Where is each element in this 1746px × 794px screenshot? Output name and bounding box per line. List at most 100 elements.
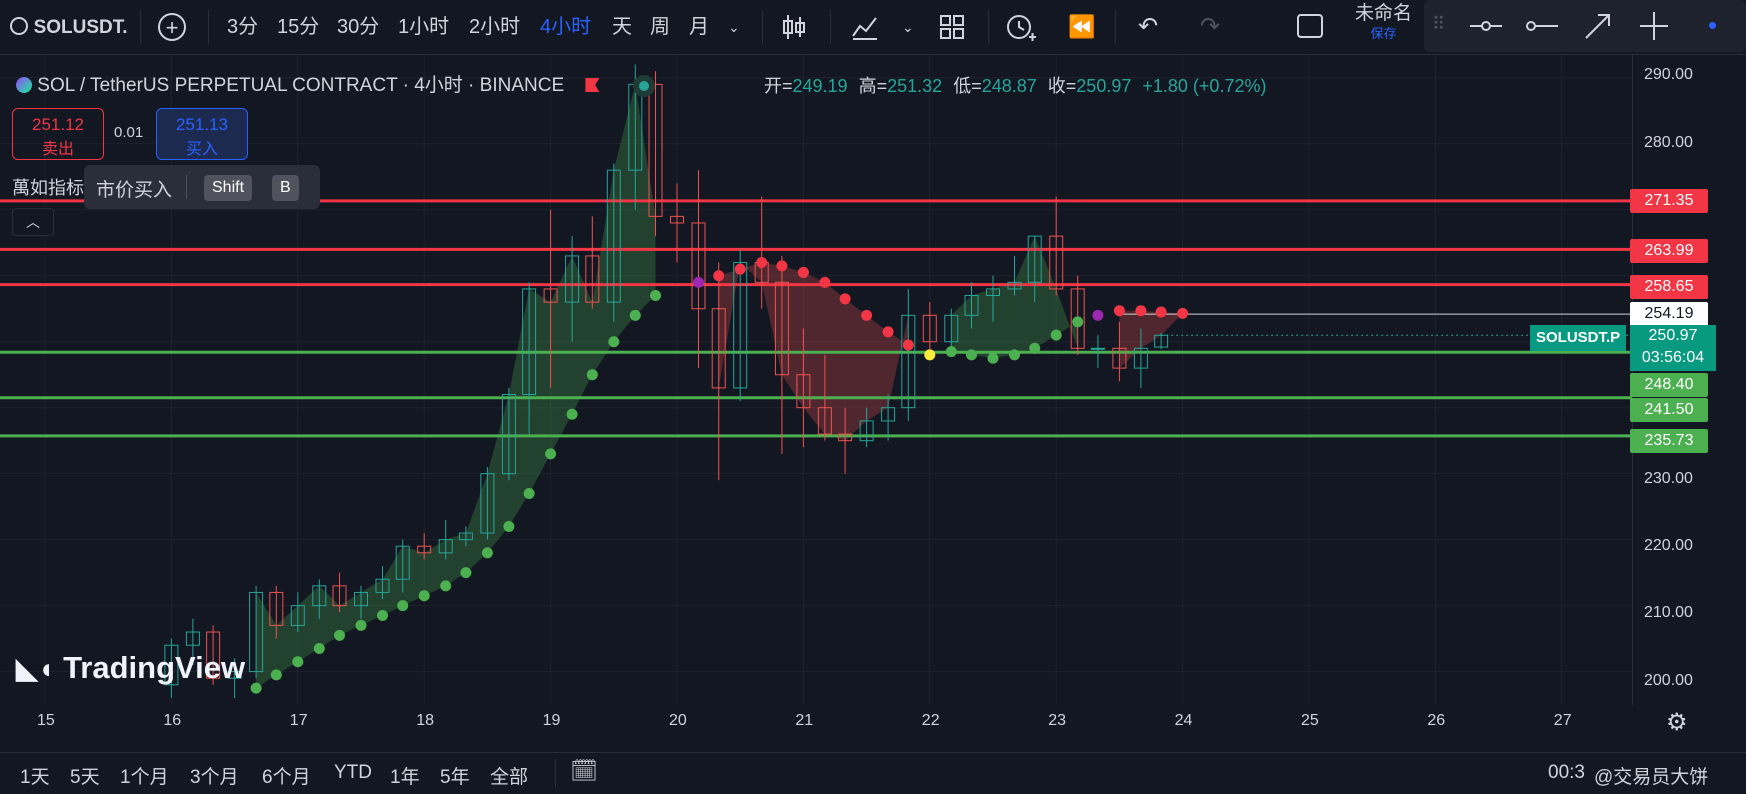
layout-name: 未命名	[1355, 3, 1413, 24]
time-tick: 19	[542, 712, 561, 729]
layout-grid-icon[interactable]	[938, 12, 966, 46]
goto-date-calendar-icon[interactable]: 🗓	[570, 758, 598, 784]
sar-dot	[608, 336, 620, 348]
time-tick: 20	[669, 712, 687, 729]
candles-icon[interactable]	[780, 12, 808, 46]
interval-2h[interactable]: 2小时	[469, 10, 520, 44]
sar-dot	[397, 600, 409, 612]
sar-dot	[839, 293, 851, 305]
undo-icon[interactable]: ↶	[1138, 10, 1158, 44]
interval-30m[interactable]: 30分	[337, 10, 379, 44]
range-ytd[interactable]: YTD	[334, 762, 372, 784]
range-5y[interactable]: 5年	[440, 762, 470, 789]
sar-dot	[629, 309, 641, 321]
indicators-chevron-icon[interactable]: ⌄	[902, 10, 914, 44]
indicators-icon[interactable]	[850, 12, 880, 46]
buy-price: 251.13	[176, 115, 228, 134]
alert-clock-icon[interactable]	[1005, 11, 1037, 45]
sar-dot	[966, 349, 978, 361]
clock-time[interactable]: 00:3	[1548, 762, 1585, 784]
divider	[830, 10, 831, 44]
color-dot-icon[interactable]	[1709, 22, 1716, 29]
sar-dot	[376, 610, 388, 622]
tv-logo-text: TradingView	[63, 650, 246, 685]
sar-dot	[355, 619, 367, 631]
add-symbol-plus-icon[interactable]: +	[158, 13, 186, 41]
sar-dot	[292, 656, 304, 668]
range-all[interactable]: 全部	[490, 762, 528, 789]
time-tick: 24	[1174, 712, 1193, 729]
divider	[1115, 10, 1116, 44]
range-3m[interactable]: 3个月	[190, 762, 239, 789]
chart-settings-gear-icon[interactable]: ⚙	[1666, 708, 1688, 737]
buy-button[interactable]: 251.13 买入	[156, 108, 248, 160]
sar-dot	[1050, 329, 1062, 341]
time-tick: 22	[921, 712, 940, 729]
horizontal-ray-icon[interactable]	[1468, 14, 1504, 38]
level-label-resistance: 263.99	[1630, 239, 1708, 263]
range-6m[interactable]: 6个月	[262, 762, 311, 789]
fullscreen-icon[interactable]	[1297, 14, 1323, 38]
sar-dot	[586, 369, 598, 381]
sar-dot	[270, 669, 282, 681]
interval-dropdown-chevron-icon[interactable]: ⌄	[728, 10, 740, 44]
price-tick: 290.00	[1644, 66, 1693, 83]
sar-dot	[1029, 342, 1041, 354]
sar-dot	[1155, 306, 1167, 318]
range-1m[interactable]: 1个月	[120, 762, 169, 789]
sar-dot	[460, 567, 472, 579]
ray-line-icon[interactable]	[1524, 14, 1560, 38]
sar-dot	[1092, 309, 1104, 321]
sar-dot	[797, 266, 809, 278]
time-tick: 25	[1301, 712, 1319, 729]
replay-rewind-icon[interactable]: ⏪	[1068, 10, 1095, 44]
interval-1w[interactable]: 周	[650, 10, 670, 44]
time-tick: 26	[1427, 712, 1446, 729]
bottom-toolbar: 1天 5天 1个月 3个月 6个月 YTD 1年 5年 全部 🗓 00:3 @交…	[0, 752, 1746, 794]
interval-1d[interactable]: 天	[612, 10, 632, 44]
symbol-search[interactable]: SOLUSDT.	[10, 10, 128, 44]
sar-dot	[776, 260, 788, 272]
low-value: 248.87	[981, 76, 1037, 96]
sell-price: 251.12	[32, 115, 84, 134]
collapse-legend-button[interactable]: ︿	[12, 208, 54, 236]
range-1y[interactable]: 1年	[390, 762, 420, 789]
top-toolbar: SOLUSDT. + 3分 15分 30分 1小时 2小时 4小时 天 周 月 …	[0, 0, 1746, 55]
drawing-toolbar: ⠿	[1424, 0, 1746, 52]
ohlc-values: 开=249.19 高=251.32 低=248.87 收=250.97 +1.8…	[764, 72, 1266, 98]
sar-dot	[440, 580, 452, 592]
divider	[988, 10, 989, 44]
symbol-name: SOLUSDT.	[33, 17, 128, 38]
range-1d[interactable]: 1天	[20, 762, 50, 789]
interval-15m[interactable]: 15分	[277, 10, 319, 44]
sar-dot	[945, 346, 957, 358]
sar-dot	[503, 520, 515, 532]
layout-name-button[interactable]: 未命名 保存	[1355, 3, 1413, 42]
sar-dot	[566, 408, 578, 420]
sar-dot	[692, 276, 704, 288]
interval-1h[interactable]: 1小时	[398, 10, 449, 44]
interval-4h[interactable]: 4小时	[540, 10, 591, 44]
arrow-line-icon[interactable]	[1582, 10, 1614, 42]
flag-icon[interactable]	[585, 78, 600, 92]
market-status-icon	[638, 81, 649, 91]
price-tick: 210.00	[1644, 604, 1693, 621]
sar-dot	[987, 352, 999, 364]
range-5d[interactable]: 5天	[70, 762, 100, 789]
divider	[140, 10, 141, 44]
crosshair-icon[interactable]	[1638, 10, 1670, 42]
crosshair-price-label: 254.19	[1630, 302, 1708, 326]
sar-dot	[1072, 316, 1084, 328]
high-value: 251.32	[887, 76, 943, 96]
open-label: 开=	[764, 76, 793, 96]
sell-button[interactable]: 251.12 卖出	[12, 108, 104, 160]
redo-icon[interactable]: ↷	[1200, 10, 1220, 44]
interval-1M[interactable]: 月	[689, 10, 709, 44]
low-label: 低=	[953, 76, 982, 96]
interval-3m[interactable]: 3分	[227, 10, 258, 44]
drag-handle-icon[interactable]: ⠿	[1432, 14, 1445, 35]
high-label: 高=	[858, 76, 888, 96]
sar-dot	[545, 448, 557, 460]
indicator-name[interactable]: 萬如指标	[12, 174, 84, 200]
legend-title: SOL / TetherUS PERPETUAL CONTRACT · 4小时 …	[37, 75, 565, 96]
